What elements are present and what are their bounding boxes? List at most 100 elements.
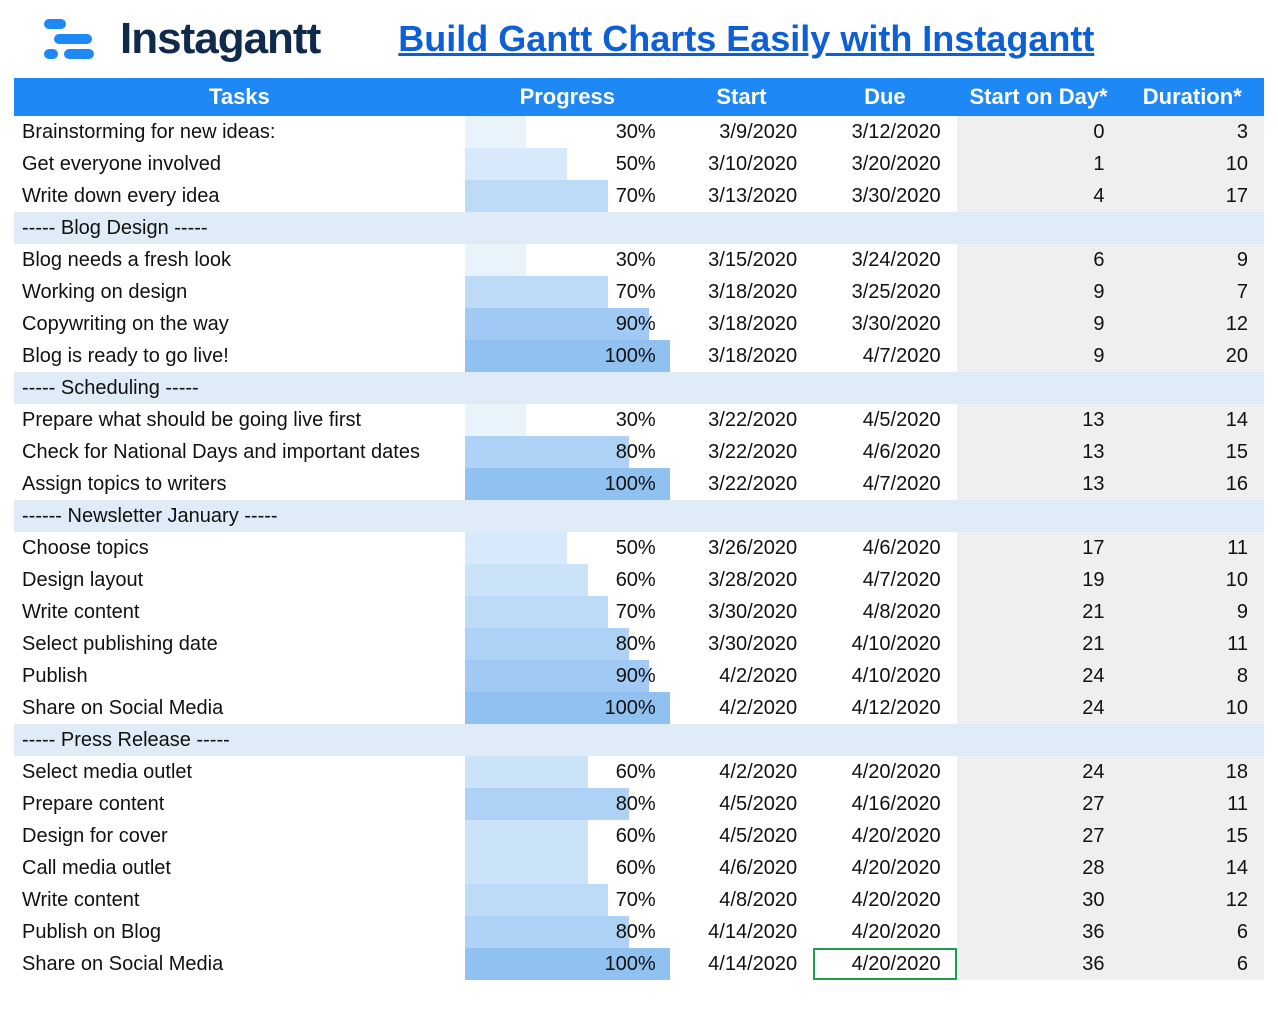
section-label[interactable]: ----- Scheduling ----- bbox=[14, 372, 1264, 404]
due-cell[interactable]: 3/24/2020 bbox=[813, 244, 956, 276]
task-name-cell[interactable]: Check for National Days and important da… bbox=[14, 436, 465, 468]
start-cell[interactable]: 3/10/2020 bbox=[670, 148, 813, 180]
progress-cell[interactable]: 80% bbox=[465, 436, 670, 468]
due-cell[interactable]: 4/7/2020 bbox=[813, 564, 956, 596]
due-cell[interactable]: 4/6/2020 bbox=[813, 532, 956, 564]
task-name-cell[interactable]: Select publishing date bbox=[14, 628, 465, 660]
task-name-cell[interactable]: Design for cover bbox=[14, 820, 465, 852]
duration-cell[interactable]: 10 bbox=[1121, 564, 1264, 596]
progress-cell[interactable]: 70% bbox=[465, 596, 670, 628]
progress-cell[interactable]: 70% bbox=[465, 884, 670, 916]
progress-cell[interactable]: 80% bbox=[465, 628, 670, 660]
start-cell[interactable]: 3/15/2020 bbox=[670, 244, 813, 276]
duration-cell[interactable]: 11 bbox=[1121, 788, 1264, 820]
task-name-cell[interactable]: Brainstorming for new ideas: bbox=[14, 116, 465, 148]
progress-cell[interactable]: 50% bbox=[465, 148, 670, 180]
duration-cell[interactable]: 9 bbox=[1121, 244, 1264, 276]
task-name-cell[interactable]: Publish on Blog bbox=[14, 916, 465, 948]
start-on-day-cell[interactable]: 30 bbox=[957, 884, 1121, 916]
progress-cell[interactable]: 60% bbox=[465, 564, 670, 596]
task-name-cell[interactable]: Blog needs a fresh look bbox=[14, 244, 465, 276]
due-cell[interactable]: 4/16/2020 bbox=[813, 788, 956, 820]
progress-cell[interactable]: 50% bbox=[465, 532, 670, 564]
task-name-cell[interactable]: Prepare what should be going live first bbox=[14, 404, 465, 436]
progress-cell[interactable]: 70% bbox=[465, 276, 670, 308]
col-due[interactable]: Due bbox=[813, 78, 956, 116]
progress-cell[interactable]: 30% bbox=[465, 404, 670, 436]
task-name-cell[interactable]: Blog is ready to go live! bbox=[14, 340, 465, 372]
start-cell[interactable]: 3/18/2020 bbox=[670, 340, 813, 372]
due-cell[interactable]: 3/12/2020 bbox=[813, 116, 956, 148]
start-on-day-cell[interactable]: 36 bbox=[957, 948, 1121, 980]
task-name-cell[interactable]: Get everyone involved bbox=[14, 148, 465, 180]
task-name-cell[interactable]: Assign topics to writers bbox=[14, 468, 465, 500]
task-name-cell[interactable]: Share on Social Media bbox=[14, 948, 465, 980]
start-on-day-cell[interactable]: 21 bbox=[957, 628, 1121, 660]
start-cell[interactable]: 4/2/2020 bbox=[670, 660, 813, 692]
duration-cell[interactable]: 16 bbox=[1121, 468, 1264, 500]
duration-cell[interactable]: 10 bbox=[1121, 148, 1264, 180]
start-on-day-cell[interactable]: 27 bbox=[957, 788, 1121, 820]
due-cell[interactable]: 4/5/2020 bbox=[813, 404, 956, 436]
start-cell[interactable]: 4/14/2020 bbox=[670, 916, 813, 948]
task-name-cell[interactable]: Write content bbox=[14, 884, 465, 916]
duration-cell[interactable]: 12 bbox=[1121, 308, 1264, 340]
progress-cell[interactable]: 80% bbox=[465, 788, 670, 820]
col-progress[interactable]: Progress bbox=[465, 78, 670, 116]
progress-cell[interactable]: 60% bbox=[465, 852, 670, 884]
start-cell[interactable]: 4/5/2020 bbox=[670, 788, 813, 820]
start-cell[interactable]: 4/2/2020 bbox=[670, 692, 813, 724]
progress-cell[interactable]: 60% bbox=[465, 820, 670, 852]
due-cell[interactable]: 4/20/2020 bbox=[813, 820, 956, 852]
task-name-cell[interactable]: Write content bbox=[14, 596, 465, 628]
start-on-day-cell[interactable]: 13 bbox=[957, 404, 1121, 436]
due-cell[interactable]: 4/20/2020 bbox=[813, 852, 956, 884]
due-cell[interactable]: 4/12/2020 bbox=[813, 692, 956, 724]
progress-cell[interactable]: 100% bbox=[465, 692, 670, 724]
start-cell[interactable]: 3/30/2020 bbox=[670, 628, 813, 660]
col-start-on-day[interactable]: Start on Day* bbox=[957, 78, 1121, 116]
due-cell[interactable]: 4/7/2020 bbox=[813, 468, 956, 500]
start-on-day-cell[interactable]: 19 bbox=[957, 564, 1121, 596]
duration-cell[interactable]: 8 bbox=[1121, 660, 1264, 692]
progress-cell[interactable]: 60% bbox=[465, 756, 670, 788]
duration-cell[interactable]: 18 bbox=[1121, 756, 1264, 788]
due-cell[interactable]: 4/8/2020 bbox=[813, 596, 956, 628]
start-on-day-cell[interactable]: 27 bbox=[957, 820, 1121, 852]
start-cell[interactable]: 4/6/2020 bbox=[670, 852, 813, 884]
task-name-cell[interactable]: Prepare content bbox=[14, 788, 465, 820]
start-cell[interactable]: 4/2/2020 bbox=[670, 756, 813, 788]
duration-cell[interactable]: 14 bbox=[1121, 852, 1264, 884]
task-name-cell[interactable]: Design layout bbox=[14, 564, 465, 596]
start-on-day-cell[interactable]: 9 bbox=[957, 308, 1121, 340]
start-on-day-cell[interactable]: 4 bbox=[957, 180, 1121, 212]
due-cell[interactable]: 4/10/2020 bbox=[813, 660, 956, 692]
start-cell[interactable]: 3/30/2020 bbox=[670, 596, 813, 628]
start-cell[interactable]: 4/5/2020 bbox=[670, 820, 813, 852]
duration-cell[interactable]: 17 bbox=[1121, 180, 1264, 212]
duration-cell[interactable]: 15 bbox=[1121, 436, 1264, 468]
progress-cell[interactable]: 100% bbox=[465, 948, 670, 980]
due-cell[interactable]: 4/20/2020 bbox=[813, 884, 956, 916]
progress-cell[interactable]: 30% bbox=[465, 116, 670, 148]
title-link[interactable]: Build Gantt Charts Easily with Instagant… bbox=[398, 18, 1094, 60]
start-on-day-cell[interactable]: 28 bbox=[957, 852, 1121, 884]
duration-cell[interactable]: 10 bbox=[1121, 692, 1264, 724]
start-on-day-cell[interactable]: 6 bbox=[957, 244, 1121, 276]
start-cell[interactable]: 3/22/2020 bbox=[670, 436, 813, 468]
task-name-cell[interactable]: Copywriting on the way bbox=[14, 308, 465, 340]
start-on-day-cell[interactable]: 21 bbox=[957, 596, 1121, 628]
section-label[interactable]: ------ Newsletter January ----- bbox=[14, 500, 1264, 532]
start-on-day-cell[interactable]: 24 bbox=[957, 660, 1121, 692]
start-cell[interactable]: 3/28/2020 bbox=[670, 564, 813, 596]
duration-cell[interactable]: 14 bbox=[1121, 404, 1264, 436]
progress-cell[interactable]: 100% bbox=[465, 468, 670, 500]
progress-cell[interactable]: 80% bbox=[465, 916, 670, 948]
start-on-day-cell[interactable]: 24 bbox=[957, 756, 1121, 788]
task-name-cell[interactable]: Publish bbox=[14, 660, 465, 692]
due-cell[interactable]: 4/20/2020 bbox=[813, 756, 956, 788]
progress-cell[interactable]: 90% bbox=[465, 308, 670, 340]
duration-cell[interactable]: 12 bbox=[1121, 884, 1264, 916]
due-cell[interactable]: 4/7/2020 bbox=[813, 340, 956, 372]
due-cell[interactable]: 3/30/2020 bbox=[813, 308, 956, 340]
